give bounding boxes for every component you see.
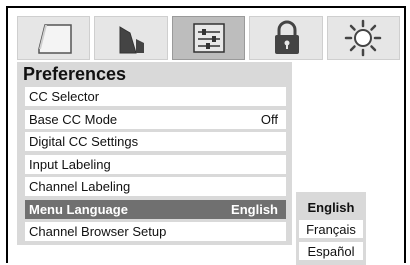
menu-item-label: Digital CC Settings (29, 134, 139, 149)
language-option-espanol[interactable]: Español (299, 242, 363, 260)
menu-item-label: Input Labeling (29, 156, 111, 172)
preferences-panel: Preferences CC Selector Base CC Mode Off… (17, 62, 292, 245)
menu-item-label: Channel Labeling (29, 179, 131, 194)
menu-tab-bar (17, 16, 401, 60)
sound-icon (119, 26, 145, 54)
picture-icon (37, 24, 72, 54)
preferences-menu: CC Selector Base CC Mode Off Digital CC … (25, 87, 286, 245)
menu-item-channel-labeling[interactable]: Channel Labeling (25, 177, 286, 196)
sun-icon (345, 19, 382, 57)
menu-item-value: English (231, 201, 278, 217)
tab-sound[interactable] (94, 16, 168, 60)
menu-item-label: CC Selector (29, 89, 100, 104)
panel-title: Preferences (23, 64, 127, 84)
language-option-english[interactable]: English (299, 198, 363, 216)
tab-settings[interactable] (171, 16, 246, 60)
tab-lock[interactable] (249, 16, 323, 60)
menu-item-label: Channel Browser Setup (29, 224, 167, 239)
tab-setup[interactable] (326, 16, 401, 60)
menu-item-input-labeling[interactable]: Input Labeling (25, 154, 286, 174)
menu-item-base-cc-mode[interactable]: Base CC Mode Off (25, 109, 286, 129)
settings-sliders-icon (192, 23, 225, 53)
menu-item-value: Off (260, 111, 278, 127)
tab-picture[interactable] (17, 16, 91, 60)
language-option-francais[interactable]: Français (299, 220, 363, 238)
menu-item-cc-selector[interactable]: CC Selector (25, 87, 286, 106)
menu-item-label: Menu Language (29, 201, 128, 217)
language-submenu: English Français Español (296, 192, 366, 265)
menu-item-menu-language[interactable]: Menu Language English (25, 199, 286, 219)
menu-item-digital-cc-settings[interactable]: Digital CC Settings (25, 132, 286, 151)
lock-icon (274, 20, 299, 54)
menu-item-channel-browser-setup[interactable]: Channel Browser Setup (25, 222, 286, 241)
menu-item-label: Base CC Mode (29, 111, 118, 127)
